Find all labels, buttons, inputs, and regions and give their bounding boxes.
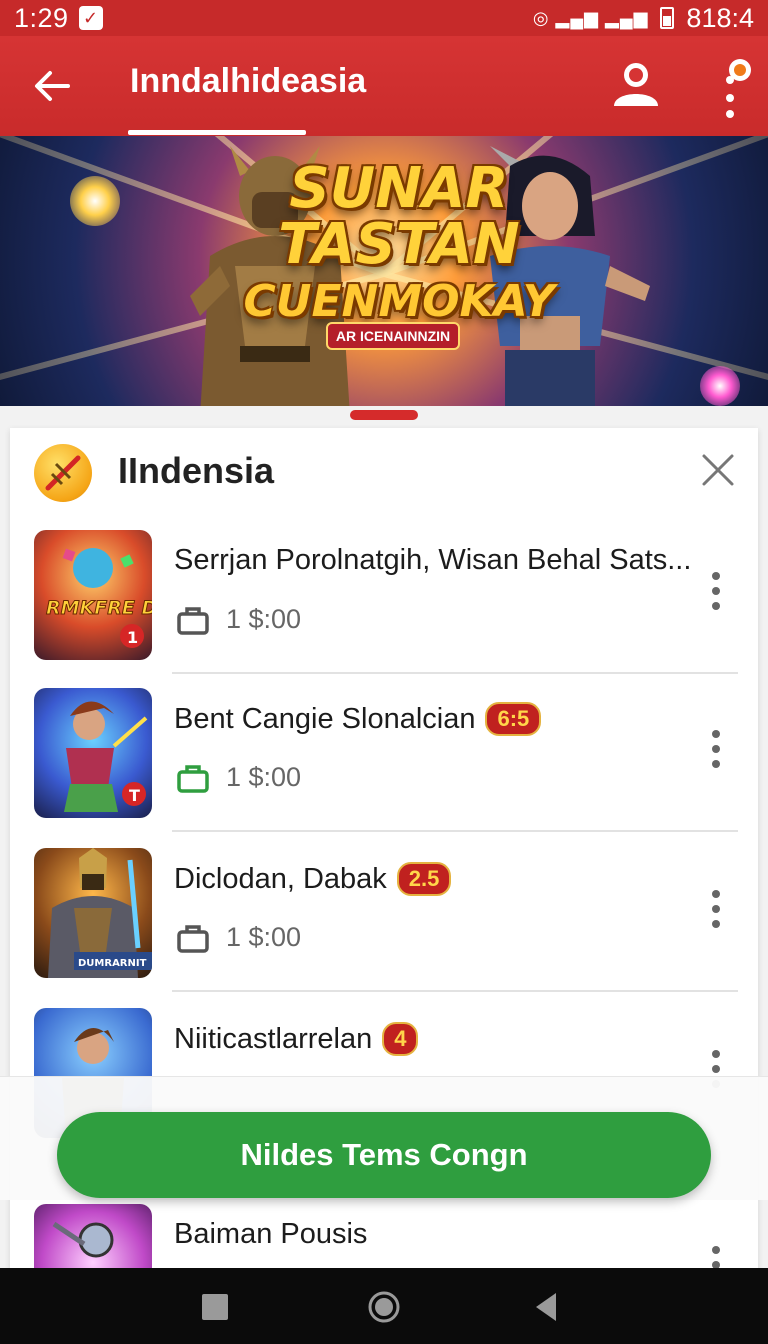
profile-icon[interactable] (610, 58, 662, 110)
divider (172, 830, 738, 832)
notification-icon: ✓ (78, 6, 103, 30)
thumb-badge: T (129, 786, 140, 805)
game-title-text: Baiman Pousis (174, 1218, 368, 1250)
game-title-text: Serrjan Porolnatgih, Wisan Behal Sats... (174, 544, 692, 576)
rating-badge: 4 (382, 1022, 419, 1056)
game-title-text: Niiticastlarrelan (174, 1022, 373, 1055)
item-menu-icon[interactable] (704, 570, 728, 612)
page-title[interactable]: Inndalhideasia (130, 62, 366, 101)
shopping-bag-icon (177, 924, 209, 953)
game-title-text: Bent Cangie Slonalcian (174, 702, 476, 735)
banner-title-line-2: TASTAN (278, 212, 520, 277)
game-thumbnail[interactable]: RMKFRE DAOGS 1 (34, 530, 152, 660)
app-bar: Inndalhideasia (0, 36, 768, 136)
recents-icon[interactable] (198, 1290, 232, 1324)
thumb-badge: 1 (127, 628, 138, 647)
region-logo-icon (34, 444, 92, 502)
home-icon[interactable] (367, 1290, 401, 1324)
game-title: Diclodan, Dabak 2.5 (174, 862, 452, 896)
system-nav-bar (0, 1268, 768, 1344)
price-row: 1 $:00 (176, 762, 301, 793)
divider (172, 672, 738, 674)
game-price: 1 $:00 (226, 762, 302, 792)
item-menu-icon[interactable] (704, 888, 728, 930)
close-icon[interactable] (700, 452, 736, 488)
game-title: Serrjan Porolnatgih, Wisan Behal Sats... (174, 544, 691, 577)
price-row: 1 $:00 (176, 604, 301, 635)
list-item[interactable]: DUMRARNIT Diclodan, Dabak 2.5 1 $:00 (10, 848, 758, 1008)
item-menu-icon[interactable] (704, 728, 728, 770)
card-header: IIndensia (10, 428, 758, 518)
list-heading: IIndensia (118, 450, 275, 491)
game-title: Baiman Pousis (174, 1218, 367, 1251)
game-list-card: IIndensia RMKFRE DAOGS 1 Serrjan Porolna… (10, 428, 758, 1344)
banner-title-line-3: CUENMOKAY (243, 276, 555, 327)
rating-badge: 2.5 (396, 862, 452, 896)
thumb-label: DUMRARNIT (78, 958, 147, 969)
back-arrow-icon[interactable] (30, 64, 74, 108)
game-price: 1 $:00 (226, 604, 302, 634)
divider (172, 990, 738, 992)
back-nav-icon[interactable] (530, 1290, 564, 1324)
promo-banner[interactable]: SUNAR TASTAN CUENMOKAY AR ICENAINNZIN (0, 136, 768, 406)
list-item[interactable]: T Bent Cangie Slonalcian 6:5 1 $:00 (10, 688, 758, 848)
thumb-label: RMKFRE DAOGS (46, 597, 152, 619)
tab-indicator (128, 130, 306, 135)
shopping-bag-icon (177, 764, 209, 793)
game-title: Niiticastlarrelan 4 (174, 1022, 419, 1056)
list-item[interactable]: RMKFRE DAOGS 1 Serrjan Porolnatgih, Wisa… (10, 530, 758, 690)
price-row: 1 $:00 (176, 922, 301, 953)
rating-badge: 6:5 (485, 702, 542, 736)
primary-action-button[interactable]: Nildes Tems Congn (57, 1112, 711, 1198)
game-thumbnail[interactable]: DUMRARNIT (34, 848, 152, 978)
status-bar: 1:29 ✓ ◎ ▂▄▆ ▂▄▆ 818:4 (0, 0, 768, 36)
shopping-bag-icon (177, 606, 209, 635)
banner-subtitle: AR ICENAINNZIN (326, 322, 460, 350)
status-battery-text: 818:4 (686, 2, 754, 33)
status-icons: ◎ ▂▄▆ ▂▄▆ 818:4 (533, 3, 754, 34)
spark-glow (700, 366, 740, 406)
game-thumbnail[interactable]: T (34, 688, 152, 818)
status-time: 1:29 (14, 2, 69, 33)
game-price: 1 $:00 (226, 922, 302, 952)
sheet-handle[interactable] (350, 410, 418, 420)
signal-icon: ◎ ▂▄▆ ▂▄▆ (532, 7, 649, 28)
game-title: Bent Cangie Slonalcian 6:5 (174, 702, 542, 736)
game-title-text: Diclodan, Dabak (174, 862, 387, 895)
more-options-icon[interactable] (716, 54, 760, 120)
battery-icon (660, 7, 675, 29)
